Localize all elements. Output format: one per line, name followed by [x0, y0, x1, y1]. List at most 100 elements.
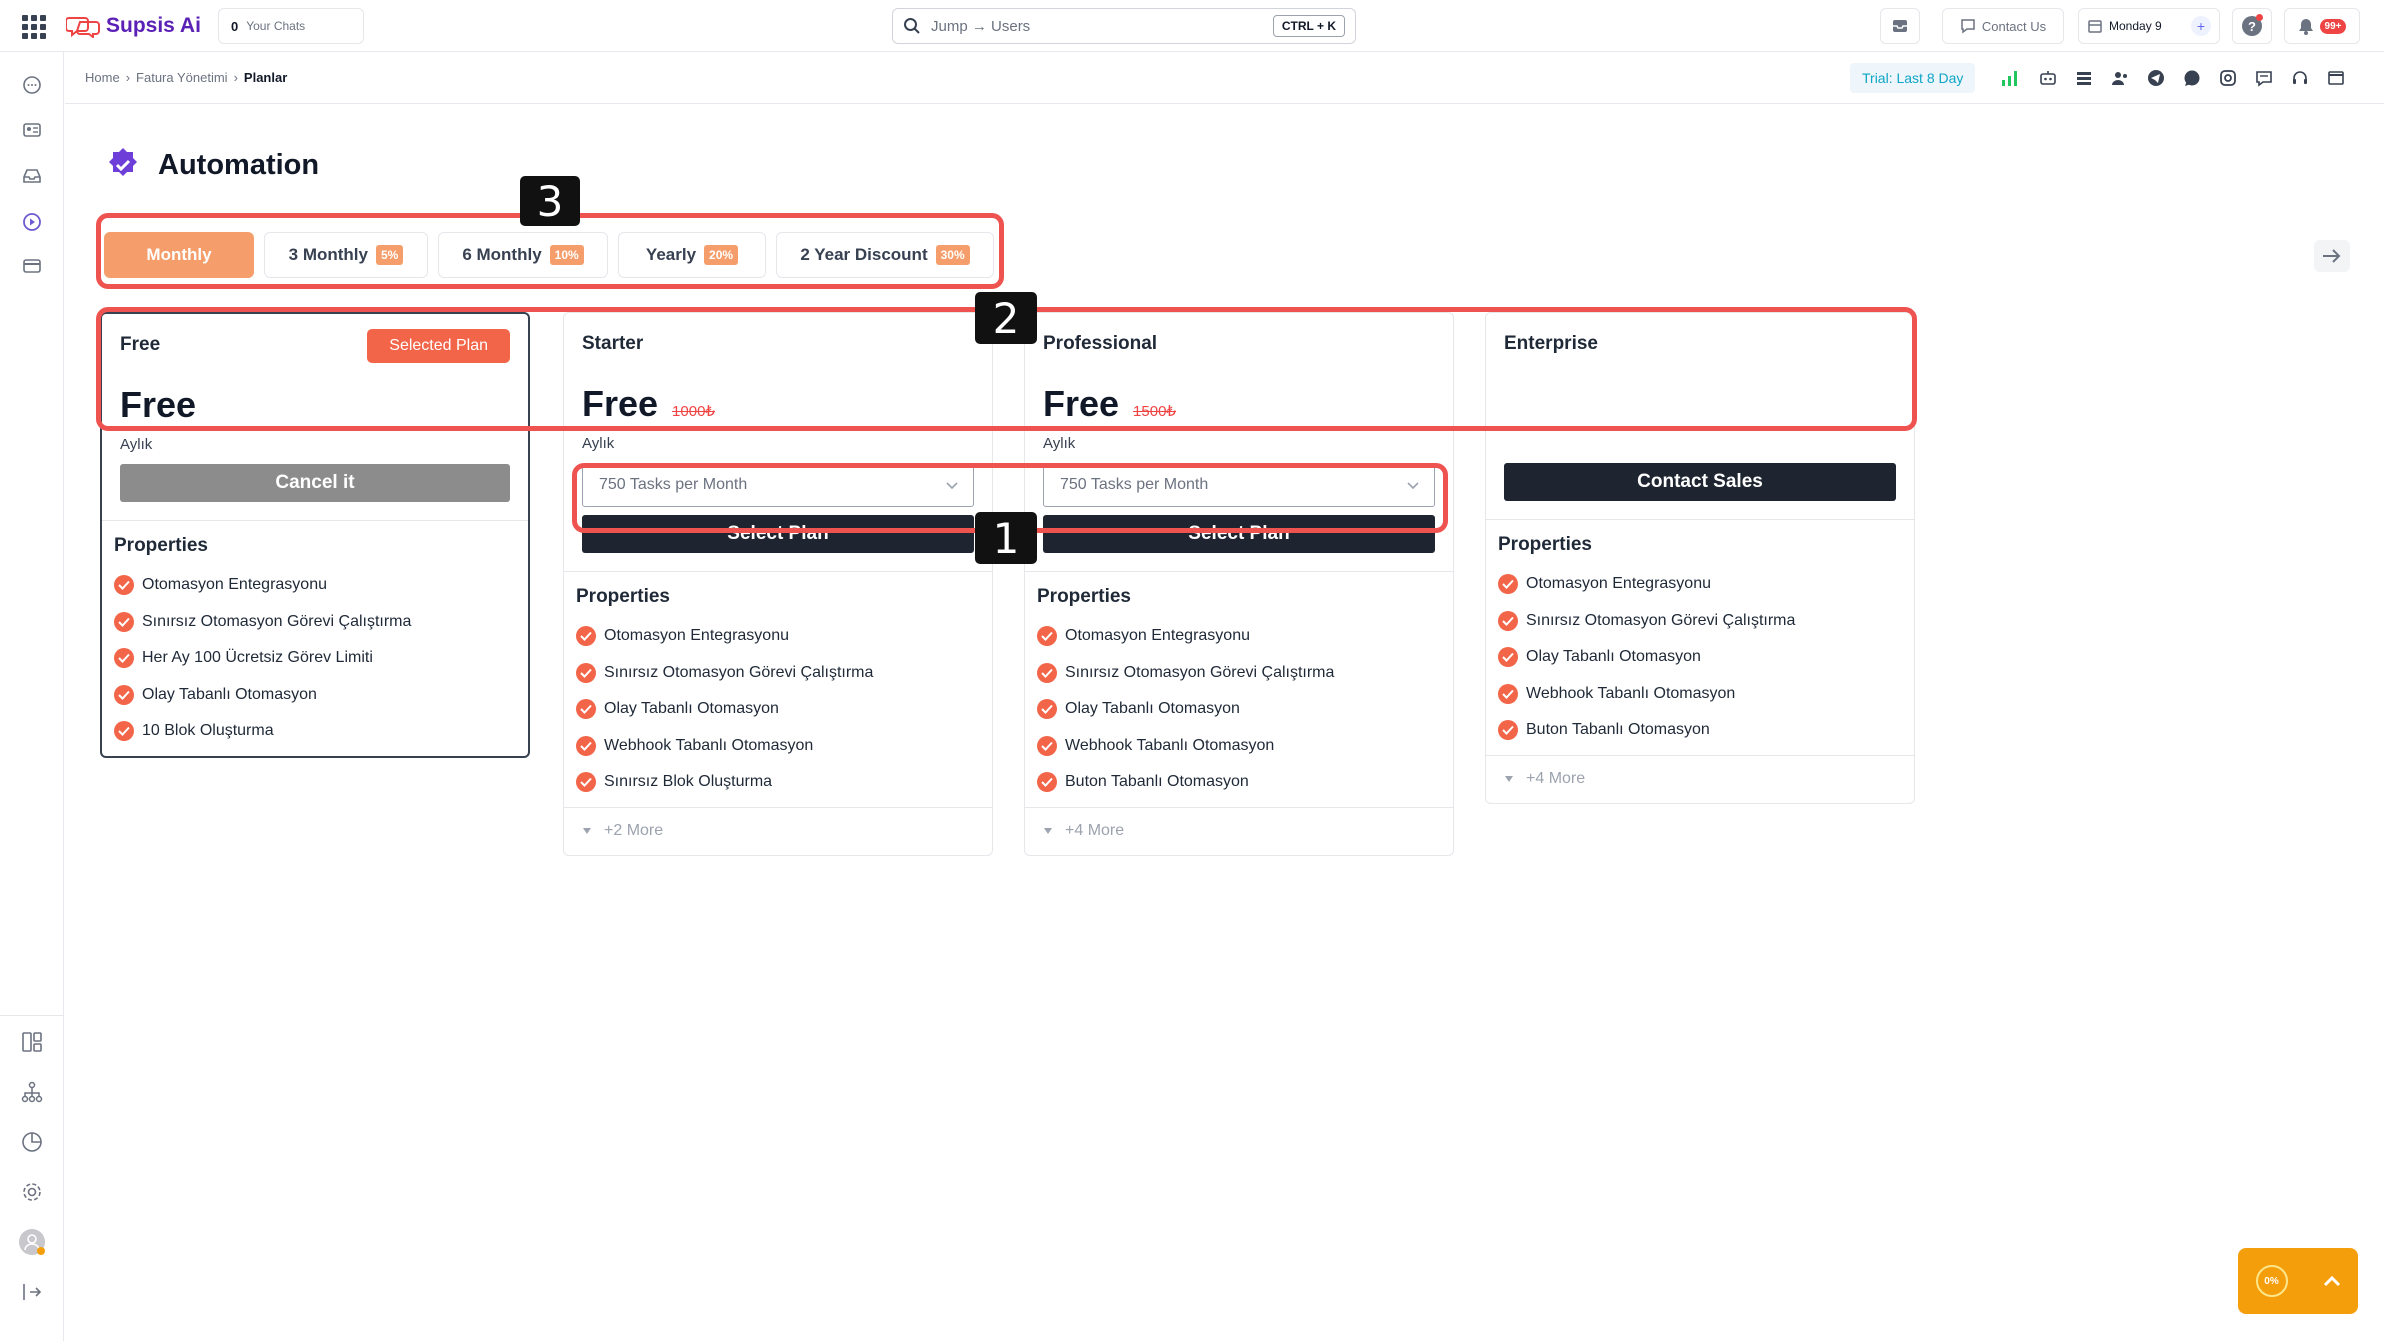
inbox-icon: [1893, 20, 1907, 32]
breadcrumb-home[interactable]: Home: [85, 70, 120, 85]
plan-properties: Properties Otomasyon Entegrasyonu Sınırs…: [1486, 519, 1914, 755]
page-heading: Automation: [158, 148, 320, 181]
search-input[interactable]: Jump → Users CTRL + K: [892, 8, 1356, 44]
sidebar-settings-icon[interactable]: [18, 1178, 46, 1206]
annotation-number-2: 2: [975, 292, 1037, 344]
sidebar-logout-icon[interactable]: [18, 1278, 46, 1306]
property-item: Buton Tabanlı Otomasyon: [1498, 712, 1902, 749]
check-icon: [114, 611, 134, 632]
properties-heading: Properties: [1037, 586, 1131, 607]
property-item: Her Ay 100 Ücretsiz Görev Limiti: [114, 640, 516, 677]
more-label: +4 More: [1065, 822, 1125, 839]
signal-bars-icon[interactable]: [1997, 65, 2023, 91]
list-icon[interactable]: [2071, 65, 2097, 91]
check-icon: [114, 721, 134, 742]
property-item: Webhook Tabanlı Otomasyon: [1037, 728, 1441, 765]
sidebar-chats-icon[interactable]: [18, 71, 46, 99]
apps-grid-icon[interactable]: [22, 15, 46, 39]
headset-icon[interactable]: [2287, 65, 2313, 91]
add-day-icon[interactable]: +: [2191, 16, 2211, 36]
sidebar-contacts-icon[interactable]: [18, 116, 46, 144]
check-icon: [1037, 662, 1057, 683]
sidebar-billing-icon[interactable]: [18, 252, 46, 280]
automation-badge-icon: [109, 148, 137, 176]
plan-properties: Properties Otomasyon Entegrasyonu Sınırs…: [1025, 571, 1453, 807]
next-arrow-button[interactable]: [2314, 240, 2350, 272]
plan-period: Aylık: [582, 435, 615, 452]
more-label: +2 More: [604, 822, 664, 839]
property-label: Olay Tabanlı Otomasyon: [604, 700, 779, 718]
progress-percent: 0%: [2255, 1265, 2288, 1297]
app-logo[interactable]: Supsis Ai: [66, 12, 201, 40]
property-label: Sınırsız Otomasyon Görevi Çalıştırma: [1526, 611, 1796, 629]
bot-icon[interactable]: [2035, 65, 2061, 91]
users-icon[interactable]: [2107, 65, 2133, 91]
check-icon: [1498, 610, 1518, 631]
property-label: Buton Tabanlı Otomasyon: [1065, 773, 1249, 791]
sidebar-layout-icon[interactable]: [18, 1028, 46, 1056]
top-bar: Supsis Ai 0 Your Chats Jump → Users CTRL…: [0, 0, 2384, 52]
property-label: 10 Blok Oluşturma: [142, 722, 274, 740]
message-icon[interactable]: [2251, 65, 2277, 91]
show-more-button[interactable]: +2 More: [564, 806, 992, 855]
caret-down-icon: [583, 828, 591, 834]
your-chats-counter[interactable]: 0 Your Chats: [218, 8, 364, 44]
check-icon: [114, 648, 134, 669]
check-icon: [1498, 683, 1518, 704]
show-more-button[interactable]: +4 More: [1025, 806, 1453, 855]
property-label: Webhook Tabanlı Otomasyon: [604, 736, 814, 754]
plan-period: Aylık: [120, 436, 153, 453]
property-item: Olay Tabanlı Otomasyon: [576, 691, 980, 728]
notifications-badge: 99+: [2319, 18, 2347, 34]
caret-down-icon: [1505, 776, 1513, 782]
sidebar-reports-icon[interactable]: [18, 1128, 46, 1156]
search-placeholder: Jump → Users: [931, 17, 1031, 35]
whatsapp-icon[interactable]: [2179, 65, 2205, 91]
breadcrumb-current: Planlar: [243, 70, 288, 85]
trial-badge[interactable]: Trial: Last 8 Day: [1850, 63, 1976, 93]
breadcrumb-billing[interactable]: Fatura Yönetimi: [136, 70, 228, 85]
chevron-up-icon: [2323, 1275, 2340, 1287]
property-label: Webhook Tabanlı Otomasyon: [1065, 736, 1275, 754]
inbox-button[interactable]: [1880, 8, 1920, 44]
contact-us-label: Contact Us: [1981, 18, 2047, 34]
calendar-icon: [2088, 20, 2102, 33]
property-item: Webhook Tabanlı Otomasyon: [1498, 676, 1902, 713]
contact-us-button[interactable]: Contact Us: [1942, 8, 2064, 44]
app-name: Supsis Ai: [106, 14, 201, 37]
instagram-icon[interactable]: [2215, 65, 2241, 91]
property-item: Otomasyon Entegrasyonu: [1037, 618, 1441, 655]
window-icon[interactable]: [2323, 65, 2349, 91]
help-button[interactable]: ?: [2232, 8, 2272, 44]
property-label: Olay Tabanlı Otomasyon: [1526, 648, 1701, 666]
cancel-plan-button[interactable]: Cancel it: [120, 464, 510, 502]
onboarding-progress-widget[interactable]: 0%: [2238, 1248, 2358, 1314]
properties-heading: Properties: [1498, 534, 1592, 555]
plan-period: Aylık: [1043, 435, 1076, 452]
contact-sales-button[interactable]: Contact Sales: [1504, 463, 1896, 501]
check-icon: [1037, 772, 1057, 793]
notifications-button[interactable]: 99+: [2284, 8, 2360, 44]
more-label: +4 More: [1526, 770, 1586, 787]
check-icon: [114, 684, 134, 705]
sidebar-inbox-icon[interactable]: [18, 162, 46, 190]
arrow-right-icon: [2323, 249, 2341, 263]
day-label: Monday 9: [2109, 19, 2162, 33]
calendar-day-button[interactable]: Monday 9 +: [2078, 8, 2220, 44]
property-item: Otomasyon Entegrasyonu: [1498, 566, 1902, 603]
property-item: Webhook Tabanlı Otomasyon: [576, 728, 980, 765]
breadcrumb-separator: ›: [233, 70, 238, 85]
check-icon: [1498, 574, 1518, 595]
sidebar-avatar[interactable]: [18, 1228, 46, 1256]
left-sidebar: [0, 52, 64, 1341]
check-icon: [1498, 720, 1518, 741]
sidebar-automation-icon[interactable]: [18, 208, 46, 236]
show-more-button[interactable]: +4 More: [1486, 754, 1914, 803]
property-label: Otomasyon Entegrasyonu: [142, 576, 327, 594]
property-item: Olay Tabanlı Otomasyon: [114, 677, 516, 714]
telegram-icon[interactable]: [2143, 65, 2169, 91]
sidebar-org-chart-icon[interactable]: [18, 1078, 46, 1106]
property-item: Sınırsız Otomasyon Görevi Çalıştırma: [576, 655, 980, 692]
property-label: Buton Tabanlı Otomasyon: [1526, 721, 1710, 739]
chats-count: 0: [231, 18, 239, 34]
